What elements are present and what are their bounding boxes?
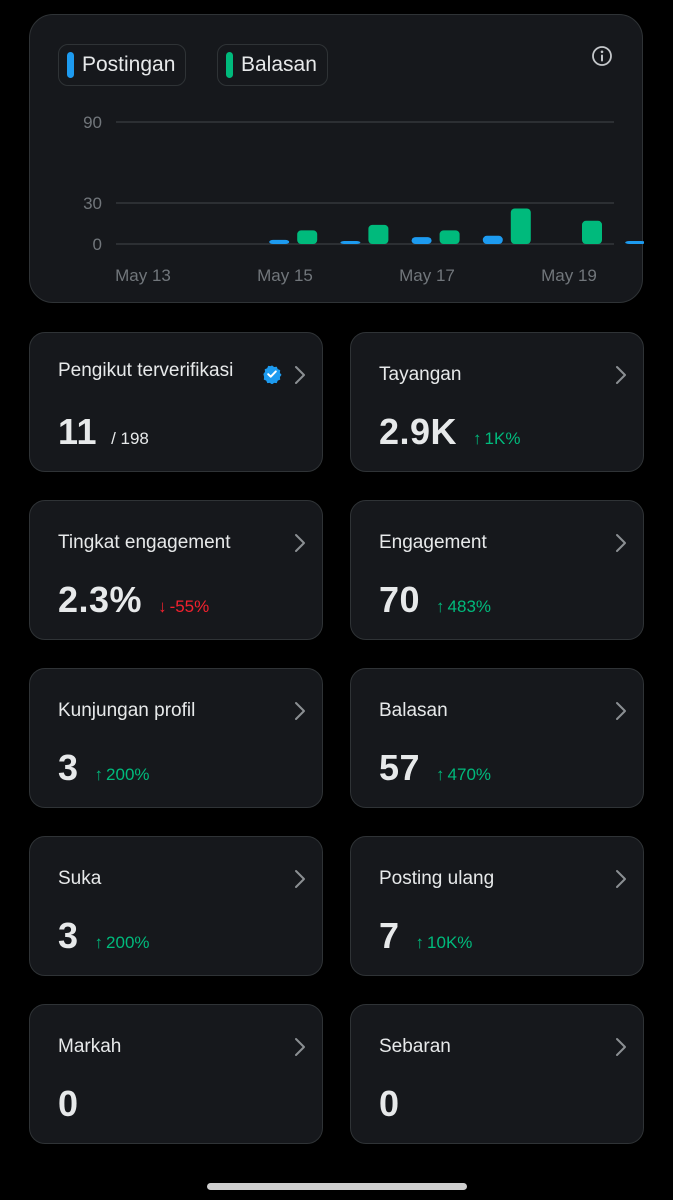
x-tick-label: May 15 bbox=[257, 266, 313, 285]
change-indicator: ↑ 470% bbox=[436, 765, 491, 785]
arrow-up-icon: ↑ bbox=[436, 765, 445, 784]
card-value-row: 3 ↑ 200% bbox=[58, 915, 150, 957]
chevron-right-icon bbox=[295, 534, 305, 552]
card-value: 0 bbox=[379, 1083, 400, 1124]
bar-postingan-may-15[interactable] bbox=[340, 241, 361, 244]
card-value: 2.9K bbox=[379, 411, 458, 452]
card-title: Kunjungan profil bbox=[58, 700, 196, 721]
y-tick-label: 30 bbox=[83, 194, 102, 213]
card-engagements[interactable]: Engagement 70 ↑ 483% bbox=[350, 500, 644, 640]
card-views[interactable]: Tayangan 2.9K ↑ 1K% bbox=[350, 332, 644, 472]
chevron-right-icon bbox=[616, 366, 626, 384]
card-value: 3 bbox=[58, 747, 79, 788]
card-value-row: 7 ↑ 10K% bbox=[379, 915, 472, 957]
card-verified-followers[interactable]: Pengikut terverifikasi 11 / 198 bbox=[29, 332, 323, 472]
card-profile-visits[interactable]: Kunjungan profil 3 ↑ 200% bbox=[29, 668, 323, 808]
arrow-up-icon: ↑ bbox=[415, 933, 425, 952]
x-tick-label: May 17 bbox=[399, 266, 455, 285]
change-value: 10K% bbox=[427, 933, 473, 952]
bar-postingan-may-17[interactable] bbox=[482, 235, 503, 244]
card-value: 7 bbox=[379, 915, 400, 956]
bar-postingan-may-14[interactable] bbox=[269, 239, 290, 244]
change-indicator: ↑ 200% bbox=[95, 933, 150, 953]
card-title: Posting ulang bbox=[379, 868, 495, 889]
card-value: 2.3% bbox=[58, 579, 143, 620]
change-indicator: ↓ -55% bbox=[158, 597, 209, 617]
chevron-right-icon bbox=[295, 870, 305, 888]
bar-balasan-may-15[interactable] bbox=[368, 224, 389, 244]
card-likes[interactable]: Suka 3 ↑ 200% bbox=[29, 836, 323, 976]
card-value: 57 bbox=[379, 747, 421, 788]
bar-balasan-may-16[interactable] bbox=[439, 230, 460, 244]
change-value: 1K% bbox=[484, 429, 521, 448]
card-title: Balasan bbox=[379, 700, 448, 721]
chevron-right-icon bbox=[616, 870, 626, 888]
card-value: 11 bbox=[58, 411, 98, 452]
card-reposts[interactable]: Posting ulang 7 ↑ 10K% bbox=[350, 836, 644, 976]
chevron-right-icon bbox=[616, 1038, 626, 1056]
chevron-right-icon bbox=[295, 1038, 305, 1056]
card-engagement-rate[interactable]: Tingkat engagement 2.3% ↓ -55% bbox=[29, 500, 323, 640]
card-replies[interactable]: Balasan 57 ↑ 470% bbox=[350, 668, 644, 808]
arrow-up-icon: ↑ bbox=[94, 933, 104, 952]
card-value: 3 bbox=[58, 915, 79, 956]
card-value-row: 0 bbox=[58, 1083, 79, 1125]
card-title: Tayangan bbox=[379, 364, 462, 385]
card-bookmarks[interactable]: Markah 0 bbox=[29, 1004, 323, 1144]
bar-balasan-may-14[interactable] bbox=[297, 230, 318, 244]
change-value: 200% bbox=[106, 933, 150, 952]
bar-balasan-may-17[interactable] bbox=[510, 208, 531, 244]
arrow-up-icon: ↑ bbox=[473, 429, 482, 448]
card-value-row: 2.9K ↑ 1K% bbox=[379, 411, 520, 453]
card-shares[interactable]: Sebaran 0 bbox=[350, 1004, 644, 1144]
bar-postingan-may-16[interactable] bbox=[411, 237, 432, 244]
card-title: Suka bbox=[58, 868, 102, 889]
bar-chart: 0 30 90 May 13 May 15 May 17 May 19 bbox=[83, 113, 644, 285]
card-value: 0 bbox=[58, 1083, 79, 1124]
card-value-row: 70 ↑ 483% bbox=[379, 579, 491, 621]
arrow-up-icon: ↑ bbox=[94, 765, 104, 784]
arrow-up-icon: ↑ bbox=[436, 597, 445, 616]
change-value: 483% bbox=[447, 597, 492, 616]
change-indicator: ↑ 1K% bbox=[473, 429, 520, 449]
bar-balasan-may-18[interactable] bbox=[582, 220, 602, 244]
home-indicator[interactable] bbox=[207, 1183, 467, 1190]
x-tick-label: May 13 bbox=[115, 266, 171, 285]
card-title: Sebaran bbox=[379, 1036, 451, 1057]
card-title: Pengikut terverifikasi bbox=[58, 360, 234, 381]
chevron-right-icon bbox=[616, 534, 626, 552]
change-value: -55% bbox=[169, 597, 210, 616]
card-title: Engagement bbox=[379, 532, 487, 553]
change-value: 200% bbox=[106, 765, 150, 784]
card-value-row: 57 ↑ 470% bbox=[379, 747, 491, 789]
y-tick-label: 90 bbox=[83, 113, 102, 132]
x-tick-label: May 19 bbox=[541, 266, 597, 285]
card-value: 70 bbox=[379, 579, 421, 620]
y-tick-label: 0 bbox=[93, 235, 102, 254]
card-suffix: / 198 bbox=[111, 429, 149, 448]
chevron-right-icon bbox=[295, 702, 305, 720]
card-value-row: 2.3% ↓ -55% bbox=[58, 579, 209, 621]
card-value-row: 11 / 198 bbox=[58, 411, 149, 453]
verified-badge-icon bbox=[263, 365, 282, 384]
chevron-right-icon bbox=[616, 702, 626, 720]
card-value-row: 3 ↑ 200% bbox=[58, 747, 150, 789]
change-indicator: ↑ 200% bbox=[95, 765, 150, 785]
chevron-right-icon bbox=[295, 366, 305, 384]
change-value: 470% bbox=[447, 765, 492, 784]
card-title: Markah bbox=[58, 1036, 122, 1057]
card-value-row: 0 bbox=[379, 1083, 400, 1125]
chart-card: Postingan Balasan 0 30 90 May 13 May 15 May 1… bbox=[29, 14, 644, 303]
bar-postingan-may-19[interactable] bbox=[625, 241, 644, 244]
arrow-down-icon: ↓ bbox=[158, 597, 167, 616]
change-indicator: ↑ 10K% bbox=[416, 933, 473, 953]
change-indicator: ↑ 483% bbox=[436, 597, 491, 617]
card-title: Tingkat engagement bbox=[58, 532, 231, 553]
